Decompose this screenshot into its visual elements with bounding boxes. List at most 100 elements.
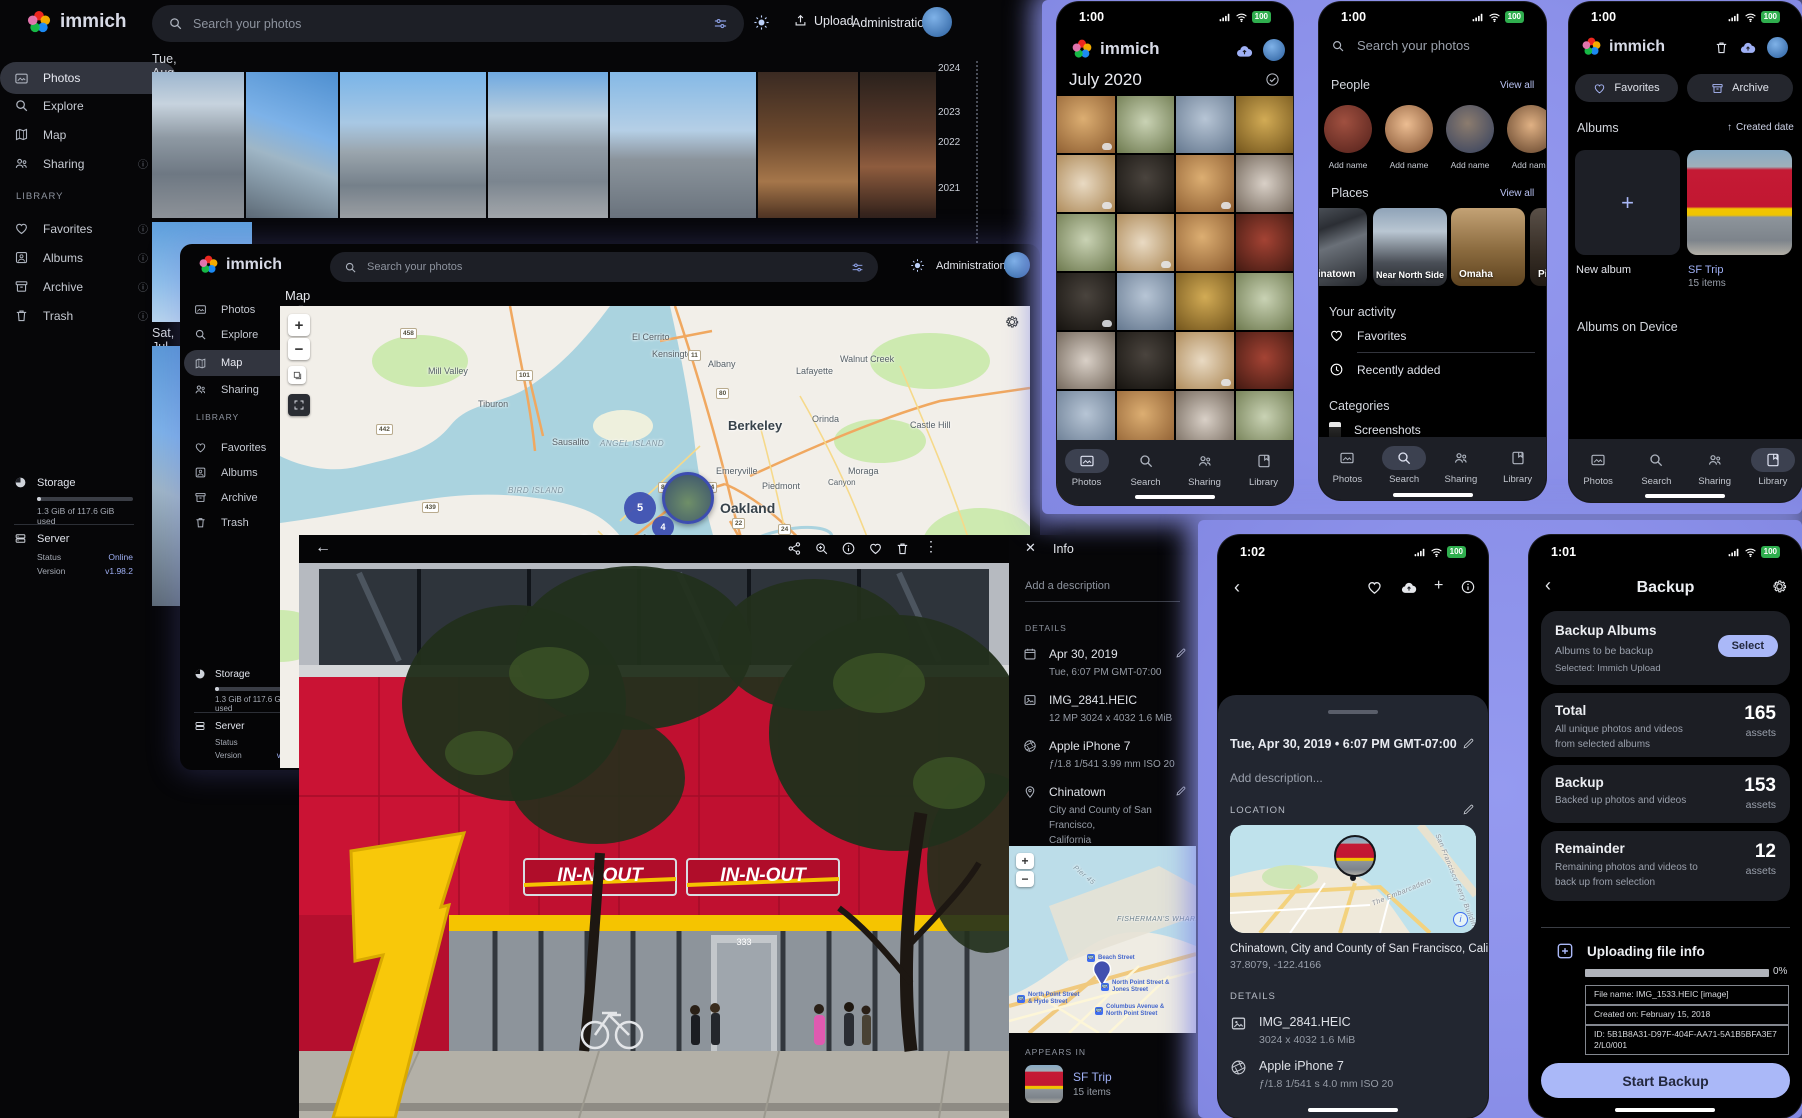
people-view-all[interactable]: View all: [1500, 80, 1534, 91]
filter-sliders-icon[interactable]: [851, 261, 864, 274]
map-fullscreen-button[interactable]: [288, 394, 310, 416]
description-input[interactable]: Add a description: [1025, 580, 1110, 592]
photo-thumbnail[interactable]: [1057, 96, 1115, 153]
appears-in-album[interactable]: SF Trip 15 items: [1025, 1065, 1112, 1103]
map-count-marker[interactable]: 5: [624, 492, 656, 524]
administration-link[interactable]: Administration: [852, 16, 931, 30]
map-zoom-in-button[interactable]: +: [288, 314, 310, 336]
edit-date-icon[interactable]: [1462, 737, 1475, 750]
photo-thumbnail[interactable]: [340, 72, 486, 218]
zoom-icon[interactable]: [814, 541, 829, 556]
location-map-card[interactable]: The Embarcadero San Francisco Ferry Buil…: [1230, 825, 1476, 933]
sort-created-date[interactable]: ↑Created date: [1727, 122, 1794, 133]
nav-photos[interactable]: Photos: [1061, 449, 1113, 488]
photo-thumbnail[interactable]: [1236, 332, 1294, 389]
close-icon[interactable]: ✕: [1025, 540, 1036, 556]
add-name-link[interactable]: Add name: [1326, 160, 1370, 170]
search-input[interactable]: Search your photos: [330, 252, 878, 282]
photo-thumbnail[interactable]: [860, 72, 936, 218]
delete-icon[interactable]: [895, 541, 910, 556]
place-tile[interactable]: Pi: [1530, 208, 1546, 286]
photo-thumbnail[interactable]: [1117, 96, 1175, 153]
nav-search[interactable]: Search: [1630, 448, 1682, 487]
photo-thumbnail[interactable]: [1176, 332, 1234, 389]
minimap-zoom-out-button[interactable]: −: [1016, 871, 1034, 887]
upload-button[interactable]: Upload: [793, 13, 854, 28]
theme-toggle-icon[interactable]: [753, 14, 770, 31]
edit-location-icon[interactable]: [1175, 785, 1187, 797]
map-photo-cluster-marker[interactable]: [662, 472, 714, 524]
photo-thumbnail[interactable]: [152, 72, 244, 218]
info-icon[interactable]: [1460, 579, 1476, 595]
share-icon[interactable]: [787, 541, 802, 556]
add-name-link[interactable]: Add name: [1509, 160, 1546, 170]
photo-thumbnail[interactable]: [1236, 214, 1294, 271]
photo-thumbnail[interactable]: [246, 72, 338, 218]
photo-thumbnail[interactable]: [1057, 332, 1115, 389]
nav-photos[interactable]: Photos: [1321, 446, 1373, 485]
archive-button[interactable]: Archive: [1687, 74, 1793, 102]
sidebar-item-map[interactable]: Map: [14, 127, 148, 142]
filter-sliders-icon[interactable]: [713, 16, 728, 31]
nav-photos[interactable]: Photos: [1572, 448, 1624, 487]
photo-thumbnail[interactable]: [1117, 273, 1175, 330]
photo-thumbnail[interactable]: [1176, 214, 1234, 271]
add-to-icon[interactable]: +: [1434, 577, 1443, 595]
select-all-check-icon[interactable]: [1265, 72, 1280, 87]
person-face[interactable]: [1446, 105, 1494, 153]
photo-thumbnail[interactable]: [1057, 273, 1115, 330]
person-face[interactable]: [1324, 105, 1372, 153]
nav-sharing[interactable]: Sharing: [1179, 449, 1231, 488]
favorite-heart-icon[interactable]: [868, 541, 883, 556]
nav-search[interactable]: Search: [1378, 446, 1430, 485]
photo-thumbnail[interactable]: [1057, 155, 1115, 212]
upload-cloud-icon[interactable]: [1400, 579, 1418, 597]
photo-thumbnail[interactable]: [488, 72, 608, 218]
edit-location-icon[interactable]: [1462, 803, 1475, 816]
theme-toggle-icon[interactable]: [910, 258, 925, 273]
edit-date-icon[interactable]: [1175, 647, 1187, 659]
backup-cloud-icon[interactable]: [1739, 39, 1757, 57]
more-options-icon[interactable]: ⋮: [924, 538, 938, 555]
person-face[interactable]: [1385, 105, 1433, 153]
map-settings-gear-icon[interactable]: [1004, 314, 1020, 330]
avatar[interactable]: [922, 7, 952, 37]
favorites-button[interactable]: Favorites: [1575, 74, 1678, 102]
photo-thumbnail[interactable]: [758, 72, 858, 218]
search-input[interactable]: Search your photos: [1331, 38, 1470, 53]
administration-link[interactable]: Administration: [936, 260, 1006, 272]
info-icon[interactable]: [841, 541, 856, 556]
places-view-all[interactable]: View all: [1500, 188, 1534, 199]
place-tile[interactable]: Omaha: [1451, 208, 1525, 286]
map-zoom-out-button[interactable]: −: [288, 338, 310, 360]
new-album-tile[interactable]: +: [1575, 150, 1680, 255]
sidebar-item-trash[interactable]: Trashⓘ: [14, 308, 148, 323]
sidebar-item-archive[interactable]: Archiveⓘ: [14, 279, 148, 294]
avatar[interactable]: [1263, 39, 1285, 61]
viewer-back-icon[interactable]: ←: [315, 539, 331, 557]
screenshots-row[interactable]: Screenshots: [1329, 422, 1421, 438]
photo-thumbnail[interactable]: [1117, 214, 1175, 271]
place-tile[interactable]: Near North Side: [1373, 208, 1447, 286]
place-tile[interactable]: Chinatown: [1319, 208, 1367, 286]
photo-thumbnail[interactable]: [1176, 96, 1234, 153]
nav-library[interactable]: Library: [1747, 448, 1799, 487]
nav-library[interactable]: Library: [1238, 449, 1290, 488]
recently-added-row[interactable]: Recently added: [1329, 362, 1440, 377]
map-layers-button[interactable]: [288, 366, 306, 384]
sheet-drag-handle[interactable]: [1328, 710, 1378, 714]
photo-thumbnail[interactable]: [1117, 155, 1175, 212]
favorite-heart-icon[interactable]: [1366, 579, 1383, 596]
start-backup-button[interactable]: Start Backup: [1541, 1063, 1790, 1098]
photo-thumbnail[interactable]: [1176, 273, 1234, 330]
favorites-row[interactable]: Favorites: [1329, 328, 1406, 343]
person-face[interactable]: [1507, 105, 1546, 153]
search-input[interactable]: Search your photos: [152, 5, 744, 42]
photo-thumbnail[interactable]: [1176, 155, 1234, 212]
album-tile[interactable]: [1687, 150, 1792, 255]
nav-sharing[interactable]: Sharing: [1435, 446, 1487, 485]
sidebar-item-photos[interactable]: Photosⓘ: [0, 62, 176, 94]
select-button[interactable]: Select: [1718, 635, 1778, 657]
gear-icon[interactable]: [1771, 578, 1788, 595]
photo-thumbnail[interactable]: [1057, 214, 1115, 271]
